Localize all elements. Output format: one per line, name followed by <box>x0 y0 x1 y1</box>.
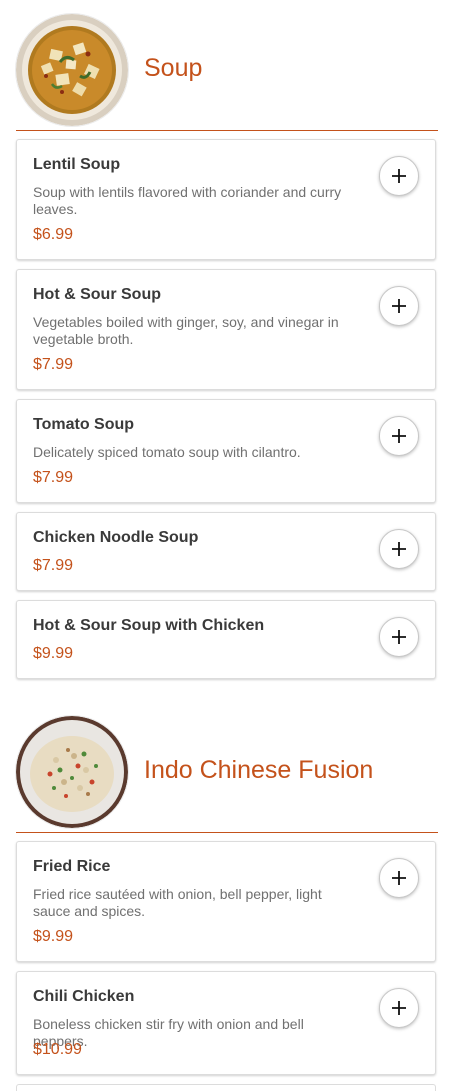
add-item-button[interactable] <box>379 156 419 196</box>
item-name: Tomato Soup <box>33 416 135 433</box>
section-title: Soup <box>144 54 203 82</box>
menu-item-card[interactable]: Lentil Soup Soup with lentils flavored w… <box>16 139 436 260</box>
item-description: Fried rice sautéed with onion, bell pepp… <box>33 886 322 919</box>
item-description: Vegetables boiled with ginger, soy, and … <box>33 314 339 347</box>
item-name: Hot & Sour Soup with Chicken <box>33 617 265 634</box>
item-name: Chicken Noodle Soup <box>33 529 199 546</box>
plus-icon <box>392 169 406 183</box>
section-title: Indo Chinese Fusion <box>144 756 374 784</box>
menu-item-card[interactable]: Hot & Sour Soup Vegetables boiled with g… <box>16 269 436 390</box>
menu-item-card[interactable]: Chili Chicken Boneless chicken stir fry … <box>16 971 436 1075</box>
indo-chinese-category-image <box>16 716 128 828</box>
menu-item-card[interactable]: Chicken Noodle Soup $7.99 <box>16 512 436 591</box>
item-price: $9.99 <box>33 645 74 662</box>
item-name: Hot & Sour Soup <box>33 286 161 303</box>
menu-item-card-partial[interactable] <box>16 1084 436 1091</box>
item-description: Soup with lentils flavored with coriande… <box>33 184 342 217</box>
item-price: $7.99 <box>33 469 74 486</box>
section-header-soup: Soup <box>16 14 438 131</box>
plus-icon <box>392 429 406 443</box>
item-price: $7.99 <box>33 356 74 373</box>
item-name: Lentil Soup <box>33 156 121 173</box>
plus-icon <box>392 871 406 885</box>
plus-icon <box>392 299 406 313</box>
add-item-button[interactable] <box>379 286 419 326</box>
menu-item-card[interactable]: Fried Rice Fried rice sautéed with onion… <box>16 841 436 962</box>
plus-icon <box>392 1001 406 1015</box>
plus-icon <box>392 542 406 556</box>
soup-category-image <box>16 14 128 126</box>
item-price: $9.99 <box>33 928 74 945</box>
item-price: $7.99 <box>33 557 74 574</box>
item-price: $6.99 <box>33 226 74 243</box>
menu-item-card[interactable]: Tomato Soup Delicately spiced tomato sou… <box>16 399 436 503</box>
menu-item-card[interactable]: Hot & Sour Soup with Chicken $9.99 <box>16 600 436 679</box>
add-item-button[interactable] <box>379 858 419 898</box>
add-item-button[interactable] <box>379 617 419 657</box>
plus-icon <box>392 630 406 644</box>
item-price: $10.99 <box>33 1041 82 1058</box>
add-item-button[interactable] <box>379 416 419 456</box>
section-header-indo-chinese-fusion: Indo Chinese Fusion <box>16 716 438 833</box>
item-name: Chili Chicken <box>33 988 135 1005</box>
add-item-button[interactable] <box>379 529 419 569</box>
item-name: Fried Rice <box>33 858 111 875</box>
item-description: Delicately spiced tomato soup with cilan… <box>33 444 301 460</box>
add-item-button[interactable] <box>379 988 419 1028</box>
